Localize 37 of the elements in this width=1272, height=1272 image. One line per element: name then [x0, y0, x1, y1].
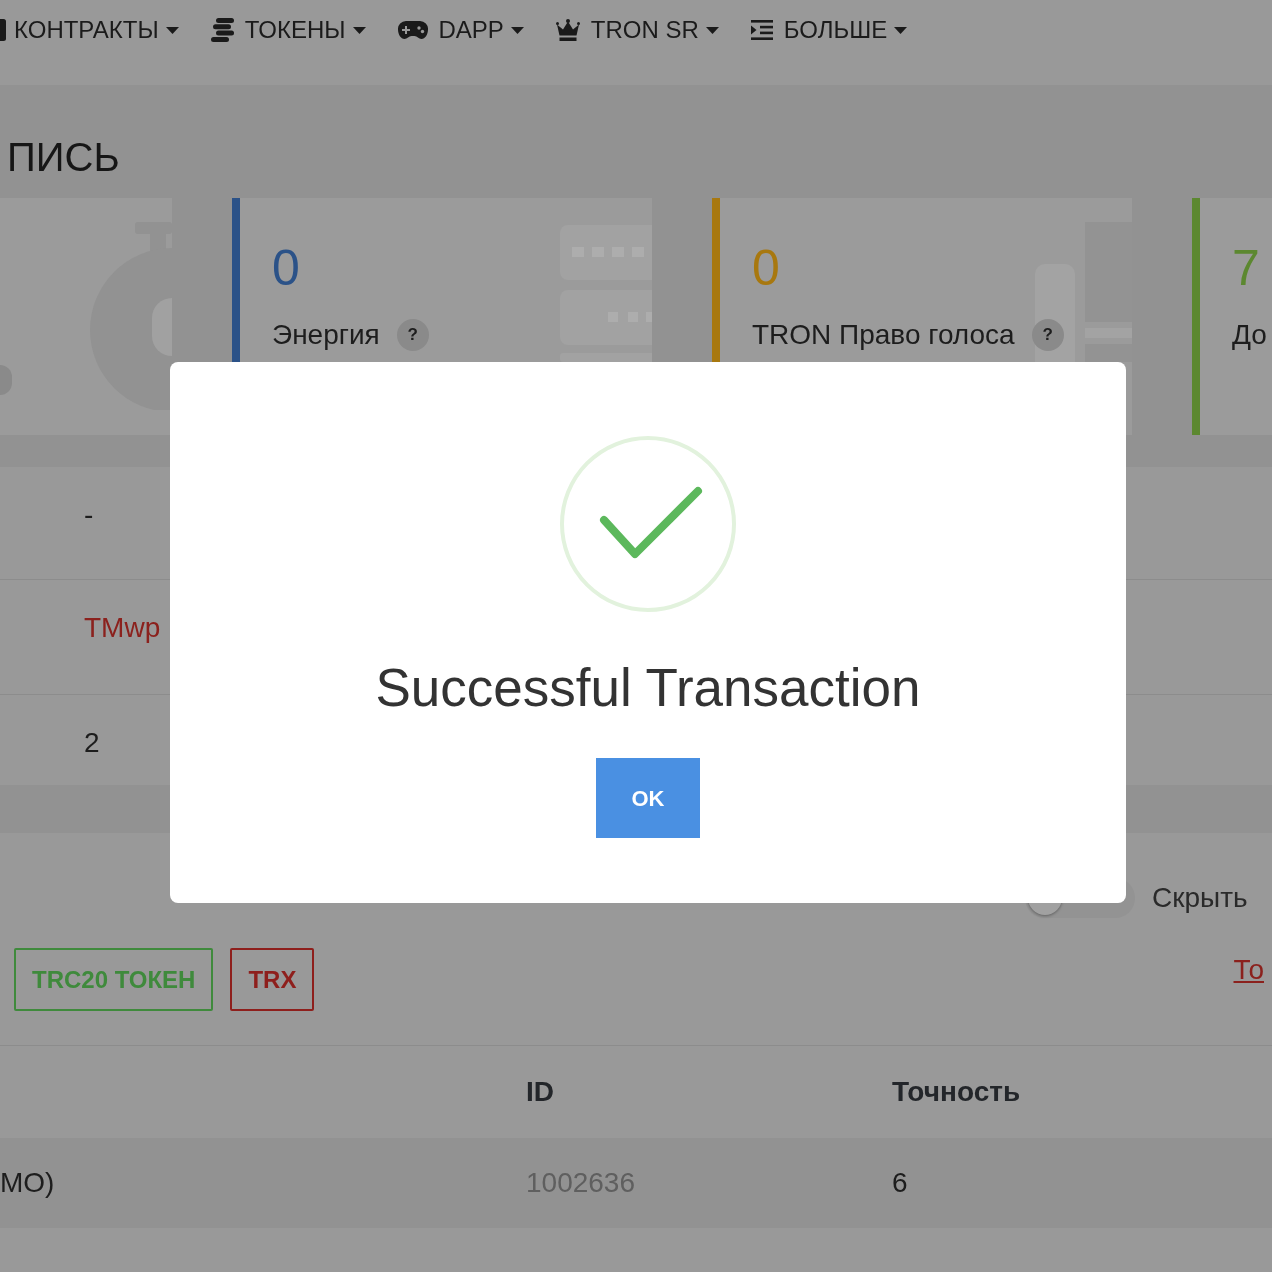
document-icon: [0, 19, 6, 41]
address-link[interactable]: TMwp: [84, 613, 161, 643]
stat-value: 0: [272, 239, 300, 298]
stat-label: Энергия: [272, 318, 380, 352]
modal-title: Successful Transaction: [375, 657, 921, 719]
stat-value: 0: [752, 239, 780, 298]
filter-button[interactable]: TRX: [230, 948, 315, 1011]
caret-icon: [165, 26, 179, 34]
nav-menu-link[interactable]: БОЛЬШЕ: [750, 18, 908, 42]
coins-icon: [210, 18, 234, 42]
nav-menu-link[interactable]: TRON SR: [555, 18, 719, 42]
detail-value: -: [84, 500, 94, 530]
caret-icon: [352, 26, 366, 34]
detail-value: 2: [84, 728, 100, 758]
stat-value: 7: [1232, 239, 1260, 298]
success-check-icon: [560, 436, 736, 612]
stat-label: До: [1232, 318, 1267, 352]
column-header: Точность: [892, 1075, 1021, 1109]
table-cell-text: 6: [892, 1166, 908, 1200]
help-button[interactable]: ?: [1031, 319, 1064, 351]
gamepad-icon: [397, 21, 428, 39]
stat-label: TRON Право голоса: [752, 318, 1015, 352]
column-header: ID: [526, 1075, 554, 1109]
list-indent-icon: [750, 20, 773, 40]
token-name-link[interactable]: МО): [0, 1162, 55, 1204]
caret-icon: [705, 26, 719, 34]
page-title: ПИСЬ: [7, 135, 120, 179]
toggle-label: Скрыть: [1152, 881, 1248, 915]
nav-menu-link[interactable]: ТОКЕНЫ: [210, 18, 366, 42]
nav-menu-link[interactable]: DAPP: [397, 18, 524, 42]
text-link[interactable]: То: [1233, 954, 1264, 986]
ok-button[interactable]: OK: [596, 758, 700, 838]
caret-icon: [894, 26, 908, 34]
help-button[interactable]: ?: [396, 319, 429, 351]
caret-icon: [510, 26, 524, 34]
nav-menu-link[interactable]: КОНТРАКТЫ: [0, 18, 179, 42]
crown-icon: [555, 19, 580, 41]
